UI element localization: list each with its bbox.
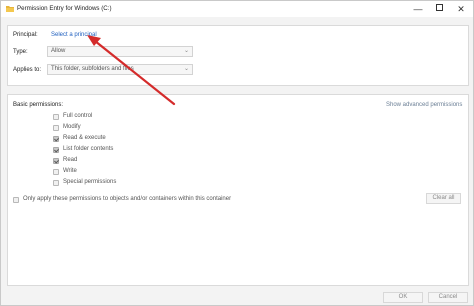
permission-label: Read & execute bbox=[63, 135, 106, 141]
close-button[interactable]: ✕ bbox=[451, 1, 471, 17]
permission-label: List folder contents bbox=[63, 146, 114, 152]
checkbox[interactable] bbox=[13, 197, 19, 203]
permission-full-control[interactable]: Full control bbox=[53, 113, 173, 122]
title-bar: Permission Entry for Windows (C:) — ✕ bbox=[1, 1, 473, 17]
clear-all-button[interactable]: Clear all bbox=[426, 193, 461, 204]
permission-special[interactable]: Special permissions bbox=[53, 179, 173, 188]
applies-to-dropdown[interactable]: This folder, subfolders and files ⌄ bbox=[47, 64, 193, 75]
permission-label: Write bbox=[63, 168, 77, 174]
principal-section: Principal: Select a principal Type: Allo… bbox=[7, 25, 469, 86]
permission-list-folder-contents[interactable]: List folder contents bbox=[53, 146, 173, 155]
permission-label: Read bbox=[63, 157, 78, 163]
permission-read[interactable]: Read bbox=[53, 157, 173, 166]
principal-label: Principal: bbox=[13, 32, 38, 38]
permission-write[interactable]: Write bbox=[53, 168, 173, 177]
permission-modify[interactable]: Modify bbox=[53, 124, 173, 133]
only-apply-label: Only apply these permissions to objects … bbox=[23, 196, 232, 202]
maximize-button[interactable] bbox=[429, 1, 449, 17]
maximize-icon bbox=[435, 3, 443, 11]
cancel-button[interactable]: Cancel bbox=[428, 292, 468, 303]
show-advanced-permissions-link[interactable]: Show advanced permissions bbox=[386, 102, 462, 108]
permission-entry-window: Permission Entry for Windows (C:) — ✕ Pr… bbox=[0, 0, 474, 306]
permission-label: Special permissions bbox=[63, 179, 117, 185]
basic-permissions-heading: Basic permissions: bbox=[13, 102, 64, 108]
checkbox[interactable] bbox=[53, 169, 59, 175]
window-title: Permission Entry for Windows (C:) bbox=[17, 5, 112, 12]
permission-label: Modify bbox=[63, 124, 81, 130]
checkbox-checked[interactable] bbox=[53, 147, 59, 153]
applies-to-value: This folder, subfolders and files bbox=[51, 66, 134, 72]
permission-read-execute[interactable]: Read & execute bbox=[53, 135, 173, 144]
only-apply-option[interactable]: Only apply these permissions to objects … bbox=[13, 196, 273, 205]
applies-to-label: Applies to: bbox=[13, 67, 42, 73]
checkbox[interactable] bbox=[53, 125, 59, 131]
chevron-down-icon: ⌄ bbox=[183, 66, 189, 72]
type-label: Type: bbox=[13, 49, 28, 55]
minimize-button[interactable]: — bbox=[408, 1, 428, 17]
type-dropdown[interactable]: Allow ⌄ bbox=[47, 46, 193, 57]
checkbox[interactable] bbox=[53, 180, 59, 186]
chevron-down-icon: ⌄ bbox=[183, 48, 189, 54]
permissions-section: Basic permissions: Show advanced permiss… bbox=[7, 94, 469, 286]
type-value: Allow bbox=[51, 48, 66, 54]
ok-button[interactable]: OK bbox=[383, 292, 423, 303]
checkbox-checked[interactable] bbox=[53, 158, 59, 164]
checkbox-checked[interactable] bbox=[53, 136, 59, 142]
permission-label: Full control bbox=[63, 113, 93, 119]
checkbox[interactable] bbox=[53, 114, 59, 120]
folder-icon bbox=[6, 6, 14, 12]
select-principal-link[interactable]: Select a principal bbox=[51, 32, 97, 38]
